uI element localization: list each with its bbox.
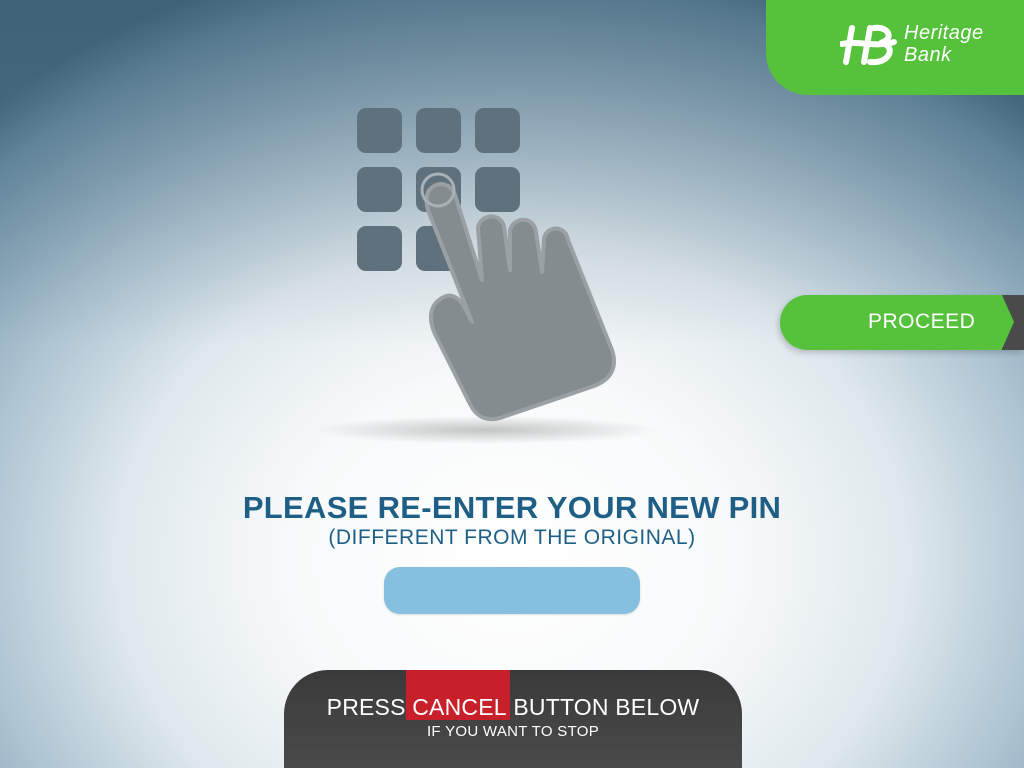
cancel-instruction-before: PRESS (326, 694, 413, 720)
brand-name-line2: Bank (904, 44, 952, 66)
page-subtitle: (DIFFERENT FROM THE ORIGINAL) (328, 526, 696, 549)
keypad-press-icon (310, 108, 660, 444)
pointing-hand-icon (420, 172, 616, 422)
proceed-button[interactable]: PROCEED (780, 295, 1024, 350)
cancel-notice-bar: PRESS CANCEL BUTTON BELOW IF YOU WANT TO… (284, 670, 742, 768)
proceed-arrow-icon (1002, 295, 1024, 350)
proceed-arrow-tip (1002, 295, 1014, 349)
keypad-key (357, 108, 402, 153)
brand-name-line1: Heritage (904, 22, 984, 44)
cancel-instruction: PRESS CANCEL BUTTON BELOW (284, 694, 742, 721)
pin-input[interactable] (384, 567, 640, 614)
heritage-bank-logo-icon (840, 24, 897, 66)
keypad-key (416, 108, 461, 153)
cancel-instruction-highlight: CANCEL (412, 694, 507, 720)
cancel-instruction-after: BUTTON BELOW (506, 694, 700, 720)
cancel-subtext: IF YOU WANT TO STOP (426, 723, 600, 740)
page-title: PLEASE RE-ENTER YOUR NEW PIN (242, 490, 782, 525)
brand-logo-tab: Heritage Bank (766, 0, 1024, 95)
brand-name: Heritage Bank (904, 22, 984, 66)
keypad-key (475, 167, 520, 212)
proceed-button-label: PROCEED (868, 310, 976, 333)
keypad-key (357, 226, 402, 271)
keypad-key (357, 167, 402, 212)
keypad-key (475, 108, 520, 153)
